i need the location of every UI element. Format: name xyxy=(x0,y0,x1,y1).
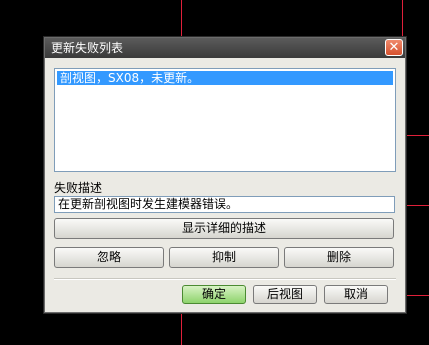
cad-line-vertical-bottom xyxy=(181,312,182,345)
failed-items-list[interactable]: 剖视图，SX08，未更新。 xyxy=(54,68,396,172)
dialog-title: 更新失败列表 xyxy=(51,41,124,55)
back-view-button[interactable]: 后视图 xyxy=(253,285,317,304)
cancel-button[interactable]: 取消 xyxy=(324,285,388,304)
separator xyxy=(54,278,396,280)
cad-line-vertical-right xyxy=(402,0,403,37)
delete-button[interactable]: 删除 xyxy=(284,247,394,268)
cad-line-horizontal-2 xyxy=(404,205,429,206)
list-item[interactable]: 剖视图，SX08，未更新。 xyxy=(57,71,393,85)
close-button[interactable]: ✕ xyxy=(385,39,403,56)
close-icon: ✕ xyxy=(388,40,400,55)
update-failure-dialog: 更新失败列表 ✕ 剖视图，SX08，未更新。 失败描述 在更新剖视图时发生建模器… xyxy=(44,37,406,313)
ok-button[interactable]: 确定 xyxy=(182,285,246,304)
description-label: 失败描述 xyxy=(54,181,103,195)
description-field[interactable]: 在更新剖视图时发生建模器错误。 xyxy=(54,196,395,213)
show-detail-button[interactable]: 显示详细的描述 xyxy=(54,218,394,239)
dialog-titlebar[interactable]: 更新失败列表 ✕ xyxy=(45,38,405,58)
cad-line-vertical-top xyxy=(181,0,182,37)
ignore-button[interactable]: 忽略 xyxy=(54,247,164,268)
cad-line-horizontal-1 xyxy=(404,135,429,136)
suppress-button[interactable]: 抑制 xyxy=(169,247,279,268)
cad-line-horizontal-3 xyxy=(404,295,429,296)
